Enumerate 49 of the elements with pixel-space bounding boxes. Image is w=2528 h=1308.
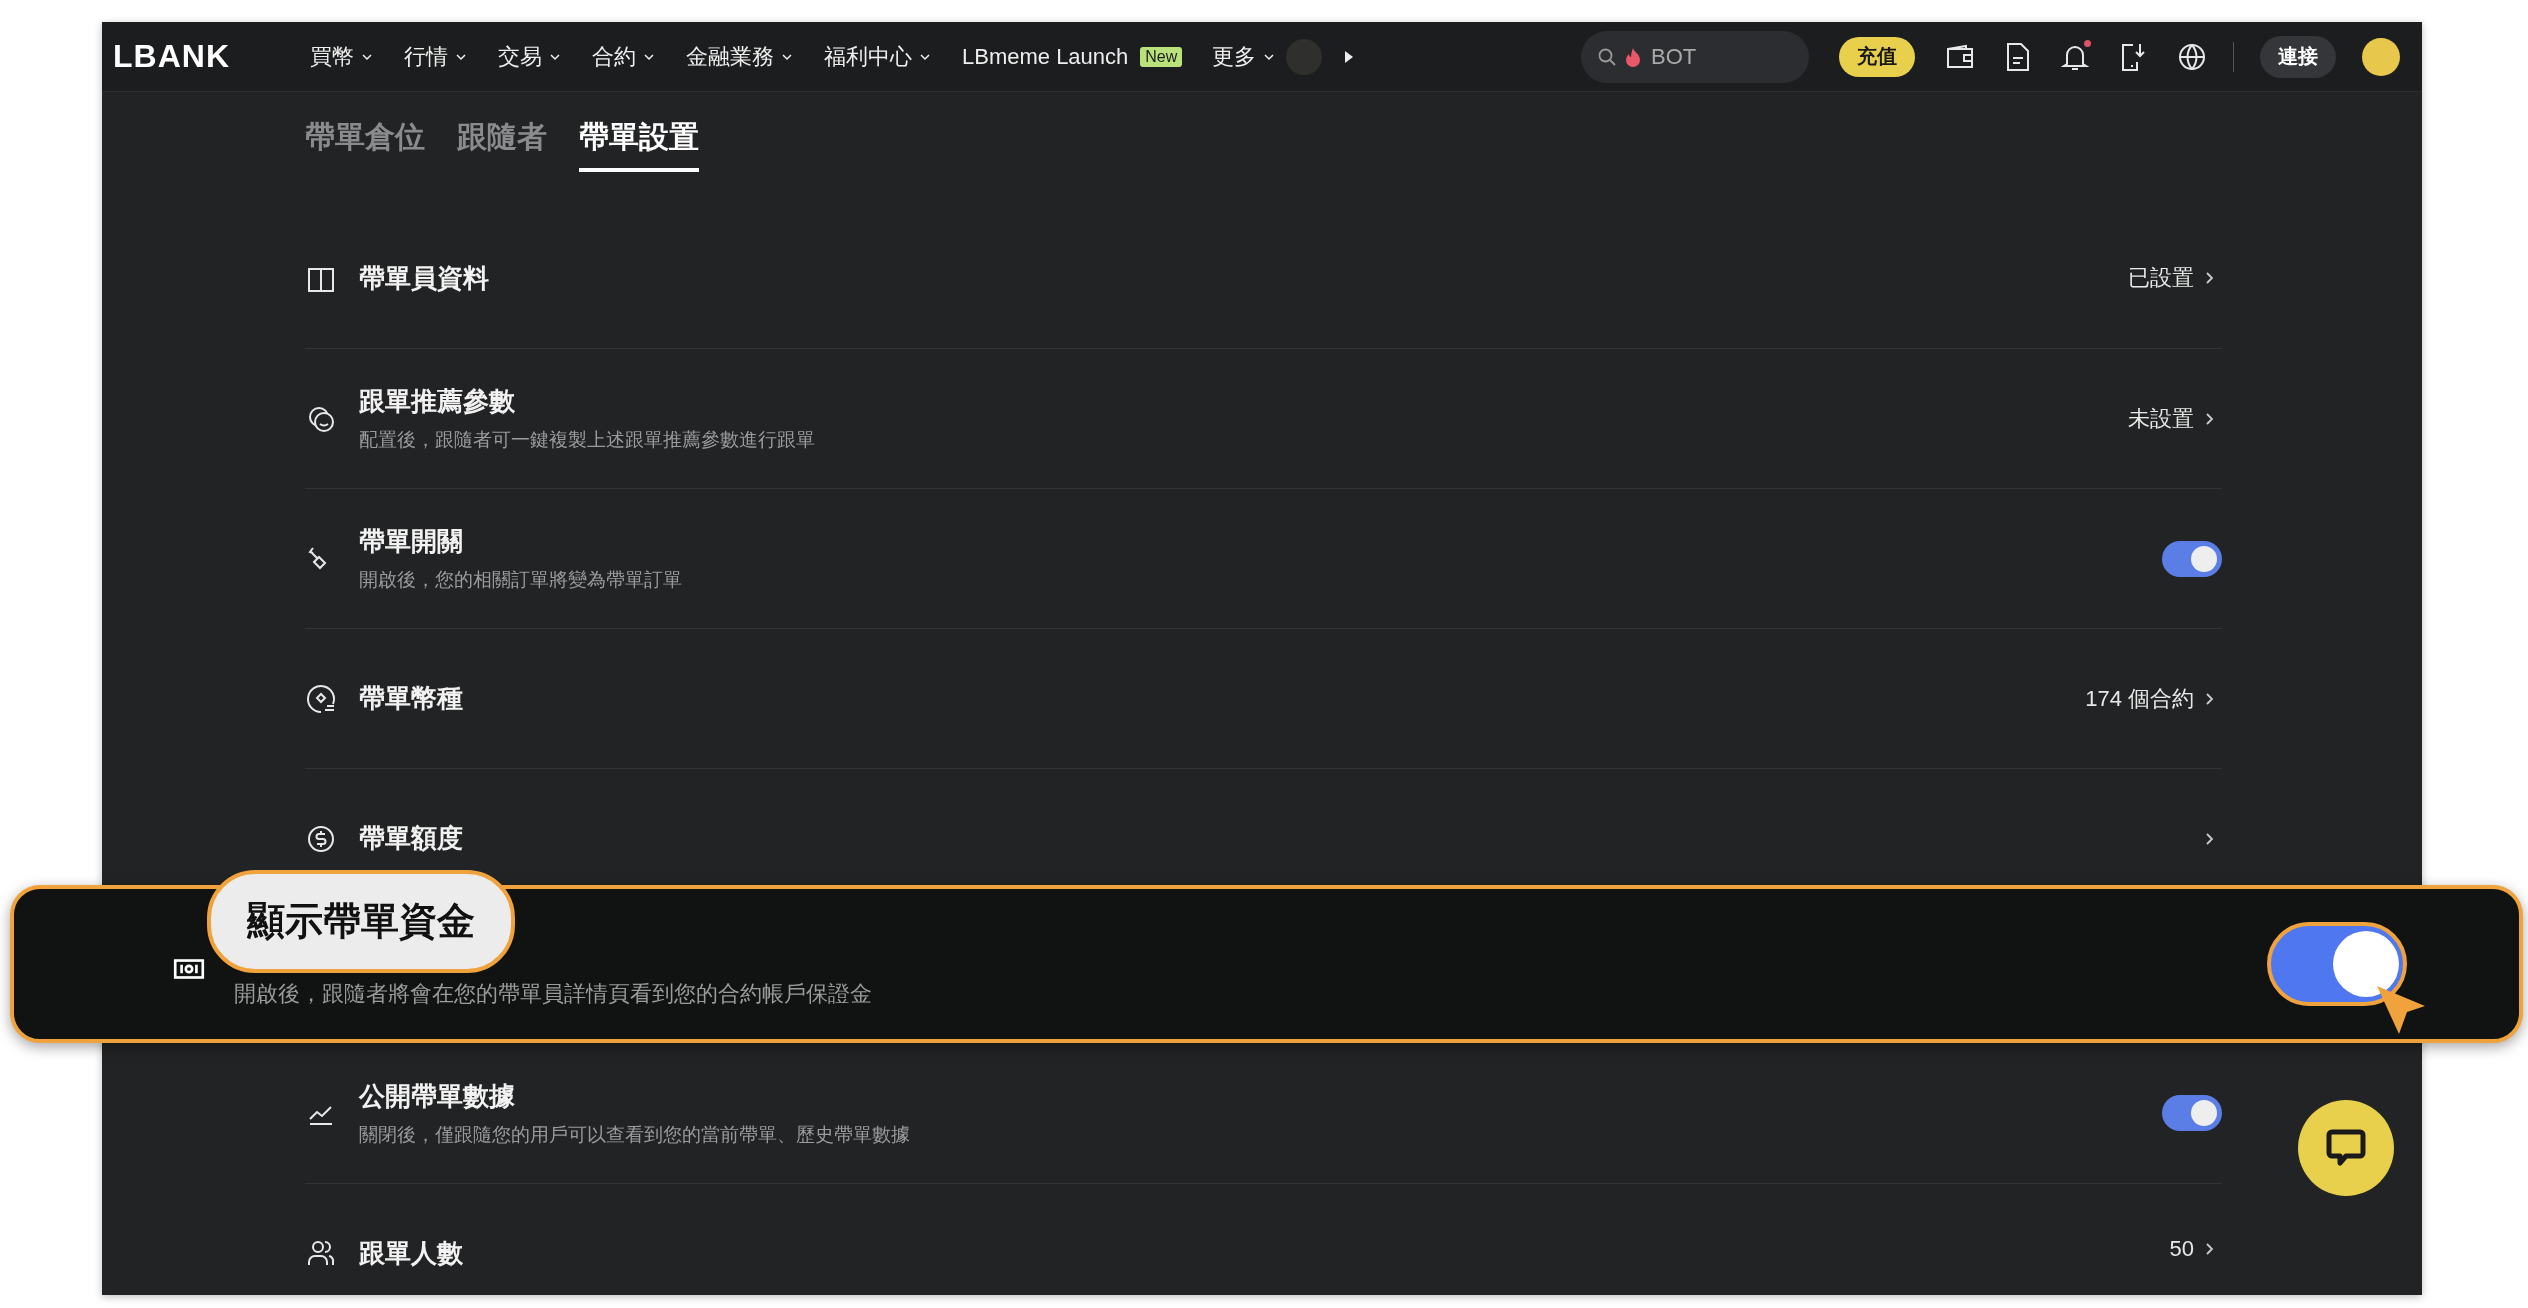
- chevron-right-icon: [2204, 690, 2216, 707]
- setting-value-link[interactable]: 174 個合約: [2085, 683, 2222, 714]
- nav-menu-item[interactable]: 行情: [404, 41, 468, 72]
- phone-download-icon[interactable]: [2119, 41, 2147, 72]
- nav-menu-item[interactable]: 金融業務: [686, 41, 794, 72]
- play-icon[interactable]: [1344, 49, 1355, 64]
- setting-description: 關閉後，僅跟隨您的用戶可以查看到您的當前帶單、歷史帶單數據: [359, 1122, 911, 1147]
- setting-title: 跟單人數: [359, 1237, 464, 1270]
- nav-menu-item[interactable]: 更多: [1212, 41, 1277, 72]
- search-icon: [1597, 46, 1617, 67]
- setting-title: 帶單員資料: [359, 261, 490, 295]
- logo[interactable]: LBANK: [113, 38, 230, 75]
- chevron-right-icon: [2204, 270, 2216, 286]
- tab[interactable]: 帶單倉位: [305, 117, 425, 172]
- connect-button[interactable]: 連接: [2260, 35, 2336, 78]
- setting-value-link[interactable]: 50: [2169, 1236, 2222, 1262]
- nav-menu-item[interactable]: 交易: [498, 41, 562, 72]
- globe-icon[interactable]: [2177, 41, 2207, 72]
- setting-title: 帶單額度: [359, 822, 464, 855]
- toggle-switch[interactable]: [2162, 1095, 2222, 1131]
- fire-icon: [1625, 46, 1641, 67]
- setting-title: 顯示帶單資金: [207, 870, 515, 973]
- nav-menu-item[interactable]: LBmeme Launch New: [962, 43, 1183, 70]
- search-bar[interactable]: BOT: [1581, 30, 1809, 83]
- tab[interactable]: 帶單設置: [579, 117, 699, 172]
- setting-value-link[interactable]: 未設置: [2128, 403, 2222, 434]
- wallet-icon[interactable]: [1945, 42, 1975, 71]
- document-icon[interactable]: [2005, 41, 2031, 72]
- avatar[interactable]: [2362, 37, 2400, 76]
- nav-menu-item[interactable]: 合約: [592, 41, 656, 72]
- chevron-right-icon: [2204, 410, 2216, 427]
- setting-title: 公開帶單數據: [359, 1079, 516, 1113]
- deposit-button[interactable]: 充值: [1839, 36, 1915, 77]
- setting-value-link[interactable]: 已設置: [2128, 263, 2222, 293]
- setting-description: 開啟後，跟隨者將會在您的帶單員詳情頁看到您的合約帳戶保證金: [234, 980, 873, 1008]
- toggle-switch[interactable]: [2162, 540, 2222, 577]
- chevron-right-icon: [2204, 1241, 2216, 1257]
- nav-menu-item[interactable]: 買幣: [310, 41, 374, 72]
- chevron-right-icon: [2204, 830, 2216, 847]
- tab[interactable]: 跟隨者: [457, 117, 547, 172]
- setting-description: 開啟後，您的相關訂單將變為帶單訂單: [359, 568, 683, 592]
- setting-description: 配置後，跟隨者可一鍵複製上述跟單推薦參數進行跟單: [359, 428, 816, 452]
- new-badge: New: [1140, 46, 1183, 67]
- setting-title: 跟單推薦參數: [359, 385, 516, 418]
- nav-menu-item[interactable]: 福利中心: [824, 41, 932, 72]
- setting-title: 帶單開關: [359, 525, 464, 558]
- setting-title: 帶單幣種: [359, 682, 464, 715]
- notification-dot: [2084, 39, 2091, 47]
- search-input[interactable]: BOT: [1649, 42, 1753, 71]
